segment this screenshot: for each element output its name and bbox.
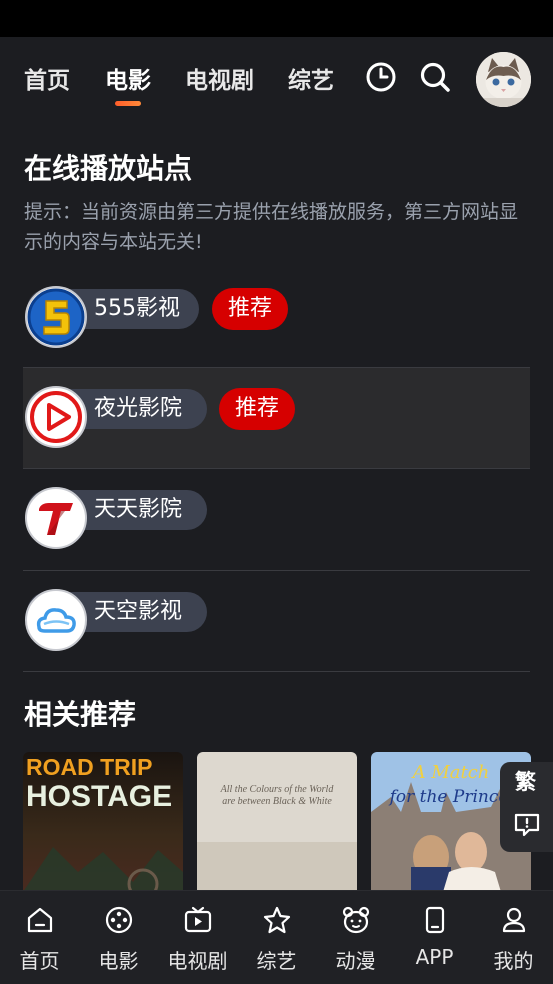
bottom-nav-label: 首页 bbox=[19, 949, 60, 973]
poster-title-line-2: are between Black & White bbox=[222, 796, 332, 807]
bottom-nav: 首页 电影 电视剧 综艺 动漫 APP 我的 bbox=[0, 890, 553, 984]
search-icon[interactable] bbox=[419, 61, 451, 93]
side-tools: 繁 bbox=[500, 762, 553, 852]
site-name: 夜光影院 bbox=[94, 396, 183, 421]
poster-title-line-1: All the Colours of the World bbox=[220, 784, 335, 795]
bottom-nav-movies[interactable]: 电影 bbox=[79, 891, 158, 984]
site-name: 555影视 bbox=[94, 296, 180, 321]
site-row[interactable]: 夜光影院 推荐 bbox=[23, 368, 530, 468]
play-logo-icon bbox=[25, 386, 87, 448]
poster-card[interactable]: ROAD TRIP HOSTAGE bbox=[23, 752, 183, 892]
site-row[interactable]: 天空影视 bbox=[23, 571, 530, 671]
home-icon bbox=[27, 907, 53, 933]
poster-card[interactable]: All the Colours of the World are between… bbox=[197, 752, 357, 892]
recommend-badge: 推荐 bbox=[219, 388, 296, 430]
avatar[interactable] bbox=[476, 52, 531, 107]
divider bbox=[23, 671, 530, 672]
related-title: 相关推荐 bbox=[24, 698, 137, 731]
disclaimer-hint: 提示：当前资源由第三方提供在线播放服务，第三方网站显示的内容与本站无关! bbox=[24, 201, 519, 253]
tab-variety[interactable]: 综艺 bbox=[288, 61, 334, 95]
poster-title-line-2: HOSTAGE bbox=[26, 780, 172, 813]
message-icon[interactable] bbox=[513, 812, 541, 838]
poster-title-line-1: A Match bbox=[411, 762, 490, 783]
site-name: 天天影院 bbox=[94, 497, 183, 522]
site-name: 天空影视 bbox=[94, 599, 183, 624]
online-sites-title: 在线播放站点 bbox=[24, 152, 193, 185]
bottom-nav-label: 动漫 bbox=[335, 949, 376, 973]
history-icon[interactable] bbox=[365, 61, 397, 93]
bottom-nav-label: 综艺 bbox=[256, 949, 297, 973]
phone-icon bbox=[425, 906, 445, 934]
bottom-nav-variety[interactable]: 综艺 bbox=[237, 891, 316, 984]
bottom-nav-app[interactable]: APP bbox=[395, 891, 474, 984]
poster-title-line-1: ROAD TRIP bbox=[26, 754, 153, 780]
bottom-nav-tv[interactable]: 电视剧 bbox=[158, 891, 237, 984]
user-icon bbox=[502, 907, 526, 933]
status-bar bbox=[0, 0, 553, 37]
bottom-nav-label: APP bbox=[415, 945, 454, 969]
film-reel-icon bbox=[105, 906, 133, 934]
bear-icon bbox=[342, 906, 370, 934]
tv-icon bbox=[184, 906, 212, 933]
s5-logo-icon bbox=[25, 286, 87, 348]
bottom-nav-home[interactable]: 首页 bbox=[0, 891, 79, 984]
site-row[interactable]: 555影视 推荐 bbox=[23, 268, 530, 368]
bottom-nav-me[interactable]: 我的 bbox=[474, 891, 553, 984]
top-nav: 首页 电影 电视剧 综艺 bbox=[0, 37, 553, 117]
cloud-logo-icon bbox=[25, 589, 87, 651]
t-logo-icon bbox=[25, 487, 87, 549]
tab-tv-series[interactable]: 电视剧 bbox=[185, 61, 254, 95]
bottom-nav-label: 电视剧 bbox=[167, 949, 228, 973]
poster-title-line-2: for the Prince bbox=[388, 787, 509, 807]
active-tab-indicator bbox=[115, 101, 141, 106]
tab-home[interactable]: 首页 bbox=[24, 61, 70, 95]
bottom-nav-anime[interactable]: 动漫 bbox=[316, 891, 395, 984]
star-icon bbox=[263, 906, 291, 934]
traditional-chinese-toggle[interactable]: 繁 bbox=[515, 766, 536, 796]
tab-movies[interactable]: 电影 bbox=[105, 61, 151, 95]
bottom-nav-label: 电影 bbox=[98, 949, 139, 973]
bottom-nav-label: 我的 bbox=[493, 949, 534, 973]
site-row[interactable]: 天天影院 bbox=[23, 469, 530, 569]
recommend-badge: 推荐 bbox=[212, 288, 289, 330]
